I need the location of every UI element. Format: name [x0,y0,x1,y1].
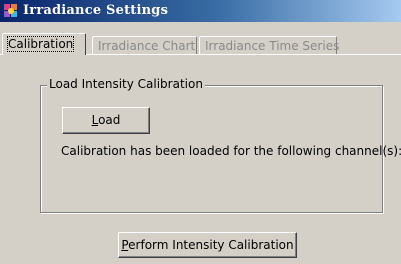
load-button-label: oad [98,113,121,127]
load-intensity-calibration-group: Load Intensity Calibration Load Calibrat… [40,77,401,213]
tab-strip: Calibration Irradiance Chart Irradiance … [0,33,401,55]
group-legend: Load Intensity Calibration [47,77,205,91]
window-title: Irradiance Settings [23,3,169,18]
load-button[interactable]: Load [62,107,150,134]
calibration-status-text: Calibration has been loaded for the foll… [61,144,401,158]
tab-calibration-label: Calibration [6,36,75,52]
tab-irradiance-time-series[interactable]: Irradiance Time Series [199,36,340,54]
tab-irradiance-time-series-label: Irradiance Time Series [205,39,340,53]
title-bar[interactable]: Irradiance Settings [0,0,401,22]
tab-irradiance-chart-label: Irradiance Chart [98,39,196,53]
perform-intensity-calibration-button[interactable]: Perform Intensity Calibration [118,232,297,258]
tab-irradiance-chart[interactable]: Irradiance Chart [92,36,197,54]
app-icon [4,4,17,17]
calibration-panel: Load Intensity Calibration Load Calibrat… [0,54,401,264]
perform-button-label: erform Intensity Calibration [128,238,294,252]
tab-calibration[interactable]: Calibration [2,33,86,55]
